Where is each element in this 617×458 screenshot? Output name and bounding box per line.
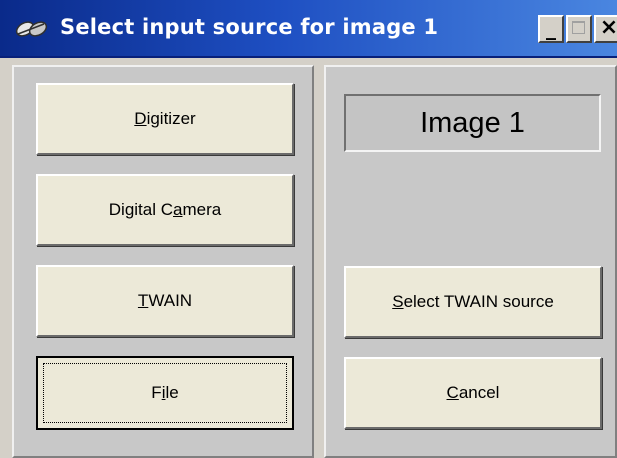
maximize-icon [572,21,585,34]
maximize-button[interactable] [566,15,592,43]
select-input-source-dialog: Select input source for image 1 _ × Digi… [0,0,617,458]
digital-camera-button[interactable]: Digital Camera [36,174,294,246]
digitizer-button-label: Digitizer [134,109,196,128]
select-twain-source-button-label: Select TWAIN source [392,292,554,311]
image-number-label: Image 1 [344,94,601,152]
minimize-button[interactable]: _ [538,15,564,43]
digitizer-button[interactable]: Digitizer [36,83,294,155]
app-icon [15,21,48,37]
cancel-button-label: Cancel [446,383,500,402]
minimize-icon: _ [546,16,556,40]
window-title: Select input source for image 1 [60,15,439,39]
digital-camera-button-label: Digital Camera [108,200,222,219]
select-twain-source-button[interactable]: Select TWAIN source [344,266,602,338]
cancel-button[interactable]: Cancel [344,357,602,429]
close-icon: × [599,15,617,40]
title-bar[interactable]: Select input source for image 1 _ × [0,0,617,58]
close-button[interactable]: × [594,15,617,43]
file-button[interactable]: File [36,356,294,430]
twain-button-label: TWAIN [137,291,193,310]
twain-button[interactable]: TWAIN [36,265,294,337]
focus-rectangle [43,363,287,423]
